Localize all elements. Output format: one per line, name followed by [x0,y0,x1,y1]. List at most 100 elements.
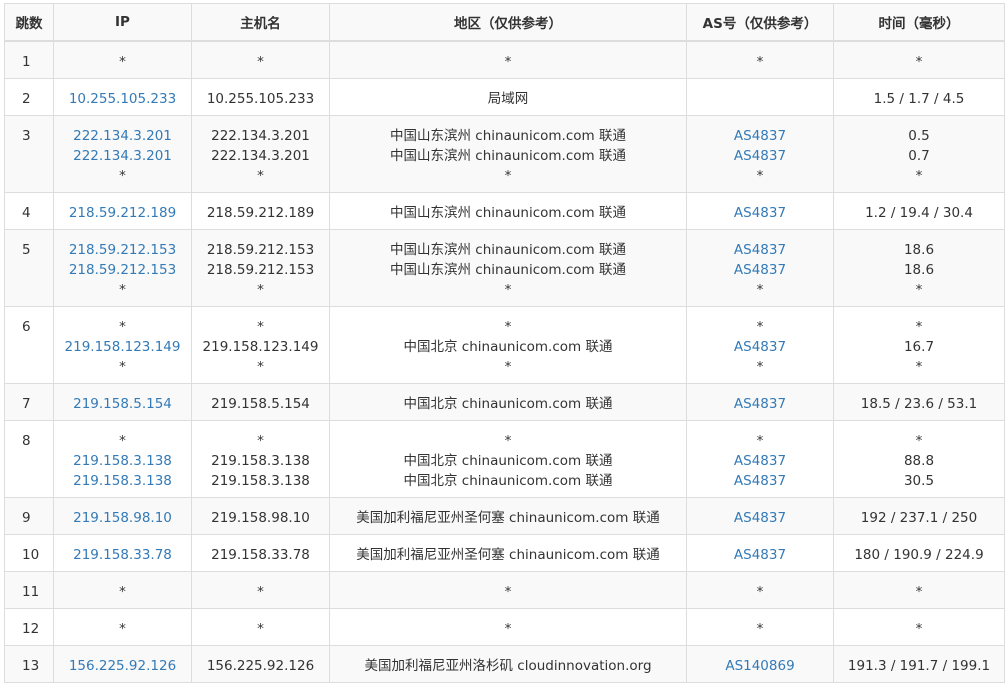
as-link[interactable]: AS140869 [687,656,833,676]
as-link[interactable]: AS4837 [687,337,833,357]
as-link[interactable]: AS4837 [687,240,833,260]
ip-link[interactable]: 222.134.3.201 [54,126,191,146]
host-text: 218.59.212.153 [206,241,315,258]
as-link[interactable]: AS4837 [687,508,833,528]
time-text: 18.6 [903,241,935,258]
as-text: * [756,281,764,298]
ip-text: * [119,583,126,600]
as-link[interactable]: AS4837 [687,545,833,565]
host-text: 218.59.212.153 [206,261,315,278]
time-text: * [915,318,923,335]
time-cell: * 88.8 30.5 [833,419,1005,498]
region-text: * [504,281,512,298]
region-cell: 中国山东滨州 chinaunicom.com 联通 [329,191,687,230]
as-link[interactable]: AS4837 [687,203,833,223]
host-text: 156.225.92.126 [206,657,315,674]
time-text: * [915,583,923,600]
host-text: 222.134.3.201 [211,147,310,164]
time-cell: 180 / 190.9 / 224.9 [833,533,1005,572]
host-text: * [257,358,264,375]
region-cell: 美国加利福尼亚州圣何塞 chinaunicom.com 联通 [329,533,687,572]
as-cell: AS4837 AS4837 * [686,228,834,307]
table-row: 5 218.59.212.153 218.59.212.153 * 218.59.212… [4,228,1005,307]
time-text: 18.6 [903,261,935,278]
ip-cell: * [53,40,192,79]
as-link[interactable]: AS4837 [687,471,833,491]
ip-link[interactable]: 219.158.3.138 [54,471,191,491]
time-text: 30.5 [903,472,935,489]
as-link[interactable]: AS4837 [687,146,833,166]
ip-cell: 156.225.92.126 [53,644,192,683]
as-text: * [756,318,764,335]
region-cell: 中国山东滨州 chinaunicom.com 联通 中国山东滨州 chinauni… [329,114,687,193]
hop-cell: 4 [4,191,54,230]
as-cell: AS4837 [686,496,834,535]
ip-link[interactable]: 219.158.33.78 [54,545,191,565]
host-text: * [257,432,264,449]
hop-cell: 1 [4,40,54,79]
region-text: 局域网 [487,90,529,107]
time-cell: * [833,607,1005,646]
time-text: 18.5 / 23.6 / 53.1 [860,395,978,412]
ip-cell: 10.255.105.233 [53,77,192,116]
ip-link[interactable]: 219.158.5.154 [54,394,191,414]
header-hop: 跳数 [4,3,54,42]
region-text: 中国北京 chinaunicom.com 联通 [403,472,613,489]
host-text: 219.158.5.154 [211,395,310,412]
region-text: 中国北京 chinaunicom.com 联通 [403,338,613,355]
time-text: 1.5 / 1.7 / 4.5 [873,90,965,107]
ip-cell: 219.158.98.10 [53,496,192,535]
time-cell: 18.5 / 23.6 / 53.1 [833,382,1005,421]
as-cell: AS4837 [686,533,834,572]
time-text: 191.3 / 191.7 / 199.1 [847,657,991,674]
ip-link[interactable]: 218.59.212.153 [54,240,191,260]
time-text: 88.8 [903,452,935,469]
ip-link[interactable]: 10.255.105.233 [54,89,191,109]
ip-link[interactable]: 218.59.212.189 [54,203,191,223]
hostname-cell: 218.59.212.189 [191,191,330,230]
region-text: * [504,358,512,375]
ip-cell: 219.158.5.154 [53,382,192,421]
time-cell: 1.5 / 1.7 / 4.5 [833,77,1005,116]
header-as: AS号（仅供参考） [686,3,834,42]
ip-link[interactable]: 219.158.3.138 [54,451,191,471]
time-text: * [915,281,923,298]
hostname-cell: * [191,40,330,79]
header-hostname: 主机名 [191,3,330,42]
region-cell: 中国北京 chinaunicom.com 联通 [329,382,687,421]
as-link[interactable]: AS4837 [687,394,833,414]
as-link[interactable]: AS4837 [687,126,833,146]
region-text: * [504,432,512,449]
region-text: * [504,167,512,184]
ip-link[interactable]: 218.59.212.153 [54,260,191,280]
as-link[interactable]: AS4837 [687,451,833,471]
ip-link[interactable]: 222.134.3.201 [54,146,191,166]
as-cell: * [686,607,834,646]
ip-text: * [119,281,126,298]
as-cell [686,77,834,116]
time-text: 16.7 [903,338,935,355]
hop-cell: 2 [4,77,54,116]
table-row: 10 219.158.33.78 219.158.33.78 美国加利福尼亚州圣何塞 … [4,533,1005,572]
table-row: 6 * 219.158.123.149 * * 219.158.123.149 * * 中国北京… [4,305,1005,384]
as-cell: AS4837 [686,382,834,421]
region-cell: * 中国北京 chinaunicom.com 联通 * [329,305,687,384]
ip-cell: * [53,570,192,609]
hostname-cell: * [191,607,330,646]
ip-text: * [119,432,126,449]
region-text: 中国山东滨州 chinaunicom.com 联通 [390,261,626,278]
hostname-cell: 10.255.105.233 [191,77,330,116]
time-text: 180 / 190.9 / 224.9 [854,546,984,563]
hostname-cell: * [191,570,330,609]
table-row: 4 218.59.212.189 218.59.212.189 中国山东滨州 chin… [4,191,1005,230]
host-text: 10.255.105.233 [206,90,315,107]
as-text: * [756,432,764,449]
host-text: * [257,318,264,335]
as-link[interactable]: AS4837 [687,260,833,280]
ip-link[interactable]: 156.225.92.126 [54,656,191,676]
region-text: 中国北京 chinaunicom.com 联通 [403,452,613,469]
ip-link[interactable]: 219.158.98.10 [54,508,191,528]
table-row: 1 * * * * * [4,40,1005,79]
ip-link[interactable]: 219.158.123.149 [54,337,191,357]
hop-cell: 13 [4,644,54,683]
